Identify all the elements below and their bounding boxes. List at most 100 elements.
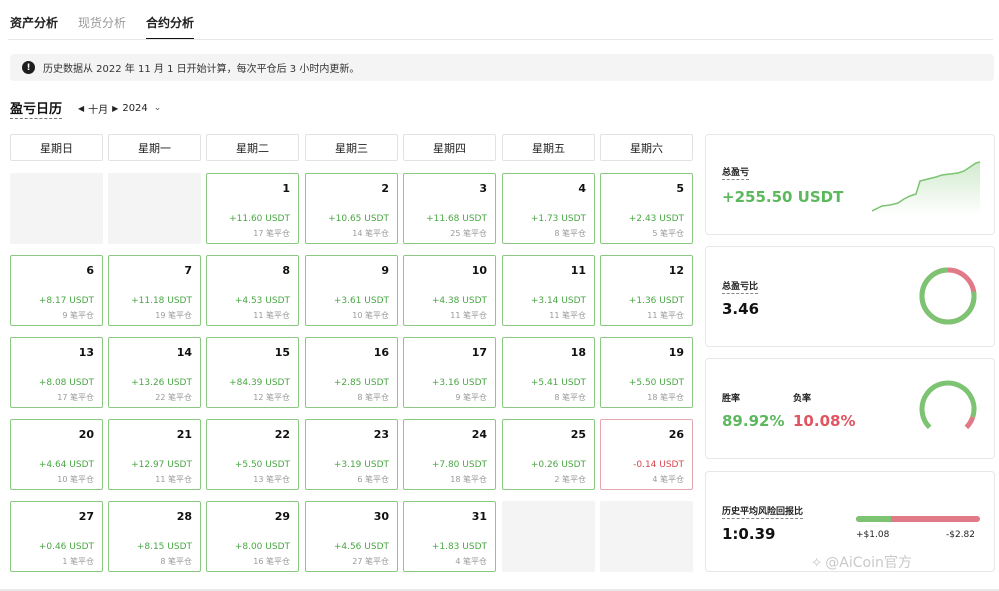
day-number: 15: [274, 346, 290, 359]
day-pnl: +4.64 USDT: [38, 460, 94, 470]
calendar-day-13[interactable]: 13 +8.08 USDT 17 笔平仓: [10, 337, 103, 408]
day-trade-count: 9 笔平仓: [455, 393, 487, 402]
weekday-fri: 星期五: [502, 134, 595, 161]
day-number: 21: [176, 428, 192, 441]
calendar-day-8[interactable]: 8 +4.53 USDT 11 笔平仓: [206, 255, 299, 326]
calendar-day-27[interactable]: 27 +0.46 USDT 1 笔平仓: [10, 501, 103, 572]
avg-win-value: +$1.08: [856, 530, 890, 540]
calendar-day-16[interactable]: 16 +2.85 USDT 8 笔平仓: [305, 337, 398, 408]
risk-reward-label: 历史平均风险回报比: [722, 504, 804, 519]
info-icon: !: [22, 61, 35, 74]
day-number: 29: [274, 510, 290, 523]
day-trade-count: 27 笔平仓: [352, 557, 389, 566]
day-number: 5: [676, 182, 684, 195]
calendar-day-29[interactable]: 29 +8.00 USDT 16 笔平仓: [206, 501, 299, 572]
day-pnl: +2.85 USDT: [333, 378, 389, 388]
day-number: 23: [373, 428, 389, 441]
day-trade-count: 8 笔平仓: [160, 557, 192, 566]
day-trade-count: 1 笔平仓: [62, 557, 94, 566]
calendar-day-14[interactable]: 14 +13.26 USDT 22 笔平仓: [108, 337, 201, 408]
aicoin-logo-icon: ⟡: [812, 554, 822, 570]
calendar-day-2[interactable]: 2 +10.65 USDT 14 笔平仓: [305, 173, 398, 244]
calendar-day-11[interactable]: 11 +3.14 USDT 11 笔平仓: [502, 255, 595, 326]
calendar-day-1[interactable]: 1 +11.60 USDT 17 笔平仓: [206, 173, 299, 244]
calendar-day-28[interactable]: 28 +8.15 USDT 8 笔平仓: [108, 501, 201, 572]
calendar-day-26[interactable]: 26 -0.14 USDT 4 笔平仓: [600, 419, 693, 490]
day-number: 28: [176, 510, 192, 523]
tab-spot-analysis[interactable]: 现货分析: [78, 10, 126, 40]
calendar-day-4[interactable]: 4 +1.73 USDT 8 笔平仓: [502, 173, 595, 244]
day-number: 7: [184, 264, 192, 277]
calendar-day-25[interactable]: 25 +0.26 USDT 2 笔平仓: [502, 419, 595, 490]
day-trade-count: 10 笔平仓: [352, 311, 389, 320]
day-pnl: +8.17 USDT: [38, 296, 94, 306]
calendar-day-5[interactable]: 5 +2.43 USDT 5 笔平仓: [600, 173, 693, 244]
day-pnl: +12.97 USDT: [131, 460, 192, 470]
calendar-day-17[interactable]: 17 +3.16 USDT 9 笔平仓: [403, 337, 496, 408]
day-number: 22: [274, 428, 290, 441]
day-pnl: +11.18 USDT: [131, 296, 192, 306]
prev-month-icon[interactable]: ◀: [78, 104, 84, 113]
day-number: 24: [471, 428, 487, 441]
day-trade-count: 8 笔平仓: [554, 393, 586, 402]
calendar-day-7[interactable]: 7 +11.18 USDT 19 笔平仓: [108, 255, 201, 326]
day-pnl: +3.61 USDT: [333, 296, 389, 306]
chevron-down-icon[interactable]: ⌄: [154, 103, 162, 113]
day-trade-count: 6 笔平仓: [357, 475, 389, 484]
calendar-day-10[interactable]: 10 +4.38 USDT 11 笔平仓: [403, 255, 496, 326]
calendar-day-21[interactable]: 21 +12.97 USDT 11 笔平仓: [108, 419, 201, 490]
tab-divider: [8, 39, 993, 40]
win-rate-label: 胜率: [722, 394, 741, 404]
day-pnl: +10.65 USDT: [328, 214, 389, 224]
day-trade-count: 11 笔平仓: [155, 475, 192, 484]
calendar-day-15[interactable]: 15 +84.39 USDT 12 笔平仓: [206, 337, 299, 408]
calendar-day-24[interactable]: 24 +7.80 USDT 18 笔平仓: [403, 419, 496, 490]
day-number: 6: [86, 264, 94, 277]
year-label[interactable]: 2024: [122, 103, 147, 114]
next-month-icon[interactable]: ▶: [112, 104, 118, 113]
loss-rate-label: 负率: [793, 394, 812, 404]
day-trade-count: 25 笔平仓: [450, 229, 487, 238]
tab-contract-analysis[interactable]: 合约分析: [146, 10, 195, 40]
pnl-ratio-ring: [919, 267, 977, 325]
day-pnl: +8.15 USDT: [136, 542, 192, 552]
calendar-day-18[interactable]: 18 +5.41 USDT 8 笔平仓: [502, 337, 595, 408]
calendar-day-22[interactable]: 22 +5.50 USDT 13 笔平仓: [206, 419, 299, 490]
day-trade-count: 4 笔平仓: [455, 557, 487, 566]
total-pnl-value: +255.50 USDT: [722, 188, 844, 206]
day-number: 18: [570, 346, 586, 359]
watermark-text: @AiCoin官方: [825, 555, 912, 571]
calendar-day-30[interactable]: 30 +4.56 USDT 27 笔平仓: [305, 501, 398, 572]
calendar-day-6[interactable]: 6 +8.17 USDT 9 笔平仓: [10, 255, 103, 326]
info-notice: ! 历史数据从 2022 年 11 月 1 日开始计算，每次平仓后 3 小时内更…: [10, 54, 994, 81]
day-number: 11: [570, 264, 586, 277]
day-pnl: +11.68 USDT: [426, 214, 487, 224]
day-trade-count: 17 笔平仓: [57, 393, 94, 402]
win-rate-gauge: [919, 380, 977, 430]
calendar-day-12[interactable]: 12 +1.36 USDT 11 笔平仓: [600, 255, 693, 326]
win-rate-value: 89.92%: [722, 412, 785, 430]
weekday-thu: 星期四: [403, 134, 496, 161]
day-pnl: +5.50 USDT: [234, 460, 290, 470]
day-trade-count: 18 笔平仓: [450, 475, 487, 484]
calendar-day-23[interactable]: 23 +3.19 USDT 6 笔平仓: [305, 419, 398, 490]
day-number: 17: [471, 346, 487, 359]
weekday-sun: 星期日: [10, 134, 103, 161]
risk-reward-value: 1:0.39: [722, 525, 776, 543]
day-number: 8: [282, 264, 290, 277]
calendar-day-9[interactable]: 9 +3.61 USDT 10 笔平仓: [305, 255, 398, 326]
day-pnl: +3.19 USDT: [333, 460, 389, 470]
day-pnl: +8.00 USDT: [234, 542, 290, 552]
tab-asset-analysis[interactable]: 资产分析: [10, 10, 58, 40]
calendar-day-3[interactable]: 3 +11.68 USDT 25 笔平仓: [403, 173, 496, 244]
calendar-day-20[interactable]: 20 +4.64 USDT 10 笔平仓: [10, 419, 103, 490]
calendar-empty-cell: [108, 173, 201, 244]
calendar-day-19[interactable]: 19 +5.50 USDT 18 笔平仓: [600, 337, 693, 408]
weekday-mon: 星期一: [108, 134, 201, 161]
day-number: 26: [668, 428, 684, 441]
day-trade-count: 18 笔平仓: [647, 393, 684, 402]
pnl-ratio-label: 总盈亏比: [722, 279, 759, 294]
calendar-day-31[interactable]: 31 +1.83 USDT 4 笔平仓: [403, 501, 496, 572]
day-pnl: +2.43 USDT: [628, 214, 684, 224]
calendar-empty-cell: [502, 501, 595, 572]
